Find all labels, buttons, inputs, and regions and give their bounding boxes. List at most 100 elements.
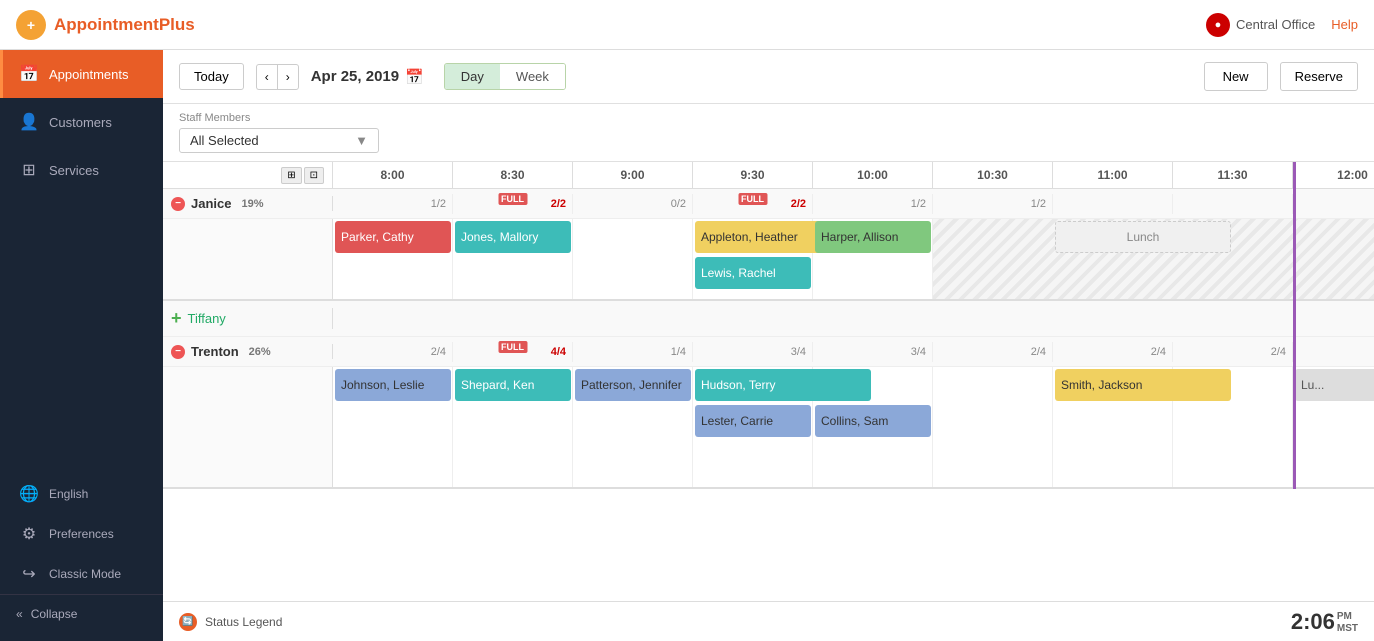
date-display: Apr 25, 2019 📅 xyxy=(311,68,424,86)
trenton-header: − Trenton 26% 2/4FULL4/41/43/43/42/42/42… xyxy=(163,337,1374,367)
time-cell-9-00: 9:00 xyxy=(573,162,693,188)
appt-block-lunch[interactable]: Lunch xyxy=(1055,221,1231,253)
top-nav: + AppointmentPlus ● Central Office Help xyxy=(0,0,1374,50)
cap-cell-4: 3/4 xyxy=(813,342,933,362)
sidebar-collapse[interactable]: « Collapse xyxy=(0,594,163,633)
calendar-picker-icon[interactable]: 📅 xyxy=(405,68,424,86)
week-view-button[interactable]: Week xyxy=(500,64,565,89)
janice-pct: 19% xyxy=(241,198,263,210)
trenton-name-area: − Trenton 26% xyxy=(163,344,333,359)
appt-block-smith--jackson[interactable]: Smith, Jackson xyxy=(1055,369,1231,401)
prev-button[interactable]: ‹ xyxy=(256,64,277,90)
staff-section-janice: − Janice 19% 1/2FULL2/20/2FULL2/21/21/2 … xyxy=(163,189,1374,301)
brand-logo[interactable]: + AppointmentPlus xyxy=(16,10,195,40)
sidebar-preferences-label: Preferences xyxy=(49,527,114,541)
appt-block-lewis--rachel[interactable]: Lewis, Rachel xyxy=(695,257,811,289)
cap-cell-6 xyxy=(1053,194,1173,214)
sidebar-item-customers-label: Customers xyxy=(49,115,112,130)
nav-buttons: ‹ › xyxy=(256,64,299,90)
fullscreen-button[interactable]: ⊡ xyxy=(304,167,324,184)
status-legend-label: Status Legend xyxy=(205,615,282,629)
cap-cell-7 xyxy=(1173,194,1293,214)
appt-slot-5 xyxy=(933,367,1053,487)
time-cell-10-00: 10:00 xyxy=(813,162,933,188)
sidebar-item-customers[interactable]: 👤 Customers xyxy=(0,98,163,146)
sidebar-nav: 📅 Today Appointments 👤 Customers ⊞ Servi… xyxy=(0,50,163,474)
brand-name: AppointmentPlus xyxy=(54,15,195,35)
sidebar-item-classic[interactable]: ↪ Classic Mode xyxy=(0,554,163,594)
appt-block-collins--sam[interactable]: Collins, Sam xyxy=(815,405,931,437)
next-button[interactable]: › xyxy=(277,64,299,90)
appt-block-patterson--jennifer[interactable]: Patterson, Jennifer xyxy=(575,369,691,401)
time-header-row: ⊞ ⊡ 8:008:309:009:3010:0010:3011:0011:30… xyxy=(163,162,1374,189)
time-cell-8-00: 8:00 xyxy=(333,162,453,188)
help-link[interactable]: Help xyxy=(1331,17,1358,32)
janice-capacity-cells: 1/2FULL2/20/2FULL2/21/21/2 xyxy=(333,194,1374,214)
reserve-button[interactable]: Reserve xyxy=(1280,62,1358,91)
current-date: Apr 25, 2019 xyxy=(311,68,399,85)
staff-select-dropdown[interactable]: All Selected ▼ xyxy=(179,128,379,153)
cap-cell-2: 1/4 xyxy=(573,342,693,362)
expand-view-button[interactable]: ⊞ xyxy=(281,167,301,184)
sidebar-item-english[interactable]: 🌐 English xyxy=(0,474,163,514)
new-button[interactable]: New xyxy=(1204,62,1268,91)
preferences-icon: ⚙ xyxy=(19,524,39,544)
appt-block-lu---[interactable]: Lu... xyxy=(1295,369,1374,401)
today-button[interactable]: Today xyxy=(179,63,244,90)
trenton-toggle[interactable]: − xyxy=(171,345,185,359)
brand-icon: + xyxy=(16,10,46,40)
janice-toggle[interactable]: − xyxy=(171,197,185,211)
customers-icon: 👤 xyxy=(19,112,39,132)
sidebar: 📅 Today Appointments 👤 Customers ⊞ Servi… xyxy=(0,50,163,641)
cap-cell-8 xyxy=(1293,194,1374,214)
dropdown-arrow-icon: ▼ xyxy=(355,133,368,148)
cap-cell-6: 2/4 xyxy=(1053,342,1173,362)
sidebar-item-preferences[interactable]: ⚙ Preferences xyxy=(0,514,163,554)
appt-block-jones--mallory[interactable]: Jones, Mallory xyxy=(455,221,571,253)
services-icon: ⊞ xyxy=(19,160,39,180)
janice-appt-label xyxy=(163,219,333,299)
sidebar-item-appointments[interactable]: 📅 Today Appointments xyxy=(0,50,163,98)
top-right-area: ● Central Office Help xyxy=(1206,13,1358,37)
cap-cell-1: FULL2/2 xyxy=(453,194,573,214)
clock-time: 2:06 xyxy=(1291,609,1335,635)
time-cell-9-30: 9:30 xyxy=(693,162,813,188)
staff-filter: Staff Members All Selected ▼ xyxy=(163,104,1374,162)
appt-block-hudson--terry[interactable]: Hudson, Terry xyxy=(695,369,871,401)
view-toggle: Day Week xyxy=(444,63,566,90)
classic-icon: ↪ xyxy=(19,564,39,584)
cap-cell-2: 0/2 xyxy=(573,194,693,214)
appt-block-harper--allison[interactable]: Harper, Allison xyxy=(815,221,931,253)
cap-cell-3: 3/4 xyxy=(693,342,813,362)
tiffany-section: + Tiffany xyxy=(163,301,1374,337)
content-area: Today ‹ › Apr 25, 2019 📅 Day Week New Re… xyxy=(163,50,1374,641)
janice-header: − Janice 19% 1/2FULL2/20/2FULL2/21/21/2 xyxy=(163,189,1374,219)
clock-ampm: PM MST xyxy=(1337,611,1358,635)
current-time-indicator xyxy=(1293,162,1296,489)
appt-block-lester--carrie[interactable]: Lester, Carrie xyxy=(695,405,811,437)
time-cell-10-30: 10:30 xyxy=(933,162,1053,188)
sidebar-english-label: English xyxy=(49,487,88,501)
appt-block-parker--cathy[interactable]: Parker, Cathy xyxy=(335,221,451,253)
day-view-button[interactable]: Day xyxy=(445,64,500,89)
tiffany-add-icon: + xyxy=(171,308,182,329)
janice-name: Janice xyxy=(191,196,231,211)
sidebar-classic-label: Classic Mode xyxy=(49,567,121,581)
cap-cell-0: 1/2 xyxy=(333,194,453,214)
trenton-pct: 26% xyxy=(249,346,271,358)
calendar-area[interactable]: ⊞ ⊡ 8:008:309:009:3010:0010:3011:0011:30… xyxy=(163,162,1374,601)
tiffany-name-area[interactable]: + Tiffany xyxy=(163,308,333,329)
janice-appt-area: Parker, CathyJones, MalloryAppleton, Hea… xyxy=(163,219,1374,299)
time-cell-12-00: 12:00 xyxy=(1293,162,1374,188)
time-cell-11-30: 11:30 xyxy=(1173,162,1293,188)
central-office-icon: ● xyxy=(1206,13,1230,37)
cap-cell-5: 2/4 xyxy=(933,342,1053,362)
sidebar-item-services[interactable]: ⊞ Services xyxy=(0,146,163,194)
status-legend[interactable]: 🔄 Status Legend xyxy=(179,613,282,631)
appt-block-johnson--leslie[interactable]: Johnson, Leslie xyxy=(335,369,451,401)
sidebar-item-services-label: Services xyxy=(49,163,99,178)
staff-filter-label: Staff Members xyxy=(179,112,1358,124)
appt-block-shepard--ken[interactable]: Shepard, Ken xyxy=(455,369,571,401)
central-office[interactable]: ● Central Office xyxy=(1206,13,1315,37)
main-layout: 📅 Today Appointments 👤 Customers ⊞ Servi… xyxy=(0,50,1374,641)
